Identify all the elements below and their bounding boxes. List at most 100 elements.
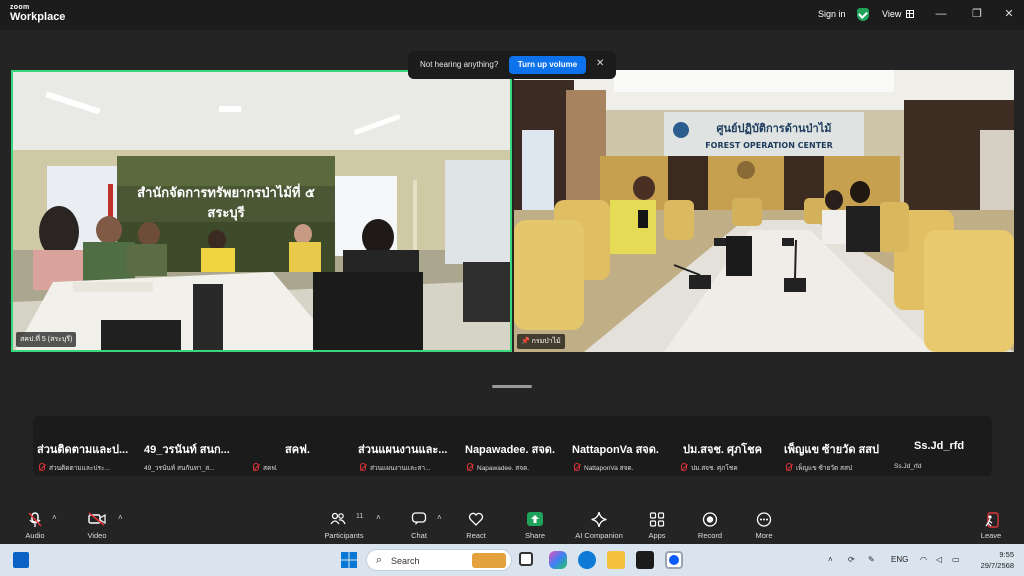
chat-button[interactable]: Chat [389, 500, 449, 544]
participant-display-name: ปม.สจช. ศุภโชค [683, 444, 762, 456]
participant-name: NattaponVa สจด. [584, 465, 634, 472]
close-window-button[interactable]: ✕ [998, 6, 1020, 22]
minimize-button[interactable]: — [930, 6, 952, 22]
participant-name: เพ็ญแข ซ้ายวัด สสป [796, 465, 853, 472]
search-icon: ⌕ [376, 554, 383, 566]
task-view-icon[interactable] [519, 552, 533, 566]
pen-tray-icon[interactable]: ✎ [868, 555, 875, 564]
logo-line2: Workplace [10, 11, 66, 23]
participants-label: Participants [324, 531, 364, 540]
audio-button[interactable]: Audio [5, 500, 65, 544]
banner-text-line1: สำนักจัดการทรัพยากรป่าไม้ที่ ๕ [137, 183, 315, 201]
title-bar: zoom Workplace Sign in View — ❐ ✕ [0, 0, 1024, 30]
participant-name: Ss.Jd_rfd [894, 463, 922, 470]
participant-thumb[interactable]: NattaponVa สจด. NattaponVa สจด. [570, 416, 676, 476]
notification-message: Not hearing anything? [420, 60, 499, 69]
tile-2-name-label: 📌 กรมป่าไม้ [517, 334, 565, 349]
participant-display-name: ส่วนติดตามและป... [37, 444, 129, 456]
record-button[interactable]: Record [680, 500, 740, 544]
store-app-icon[interactable] [636, 551, 654, 569]
taskbar-search[interactable]: ⌕ Search [366, 549, 512, 571]
wifi-icon[interactable]: ◠ [920, 555, 927, 564]
record-icon [702, 512, 718, 527]
audio-options-chevron-icon[interactable]: ˄ [52, 513, 57, 522]
video-options-chevron-icon[interactable]: ˄ [118, 513, 123, 522]
more-button[interactable]: More [734, 500, 794, 544]
participants-button[interactable]: 11 Participants [314, 500, 374, 544]
participants-icon [330, 512, 346, 525]
grid-view-icon[interactable] [906, 10, 914, 18]
encryption-shield-icon[interactable] [857, 8, 869, 21]
ai-companion-label: AI Companion [575, 531, 623, 540]
resize-handle[interactable] [492, 385, 532, 388]
apps-button[interactable]: Apps [627, 500, 687, 544]
participant-display-name: Ss.Jd_rfd [914, 440, 965, 452]
share-button[interactable]: Share [505, 500, 565, 544]
more-dots-icon [756, 512, 772, 527]
copilot-icon[interactable] [549, 551, 567, 569]
turn-up-volume-button[interactable]: Turn up volume [509, 56, 586, 74]
meeting-toolbar: Audio ˄ Video ˄ 11 Participants ˄ Chat ˄… [0, 500, 1024, 544]
participant-name: ส่วนแผนงานและสา... [370, 465, 431, 472]
sync-icon[interactable]: ⟳ [848, 555, 855, 564]
volume-icon[interactable]: ◁ [936, 555, 942, 564]
mic-muted-icon [574, 463, 580, 471]
chat-options-chevron-icon[interactable]: ˄ [437, 513, 442, 522]
participant-thumb[interactable]: ปม.สจช. ศุภโชค ปม.สจช. ศุภโชค [677, 416, 783, 476]
participant-thumb[interactable]: สคฟ. สคฟ. [249, 416, 355, 476]
mic-muted-icon [253, 463, 259, 471]
taskbar-clock[interactable]: 9:55 29/7/2568 [974, 549, 1014, 571]
ai-companion-button[interactable]: AI Companion [569, 500, 629, 544]
zoom-app-icon[interactable] [665, 551, 683, 569]
mic-muted-icon [360, 463, 366, 471]
banner-text-line2: สระบุรี [207, 205, 244, 221]
participant-thumb[interactable]: 49_วรนันท์ สนก... 49_วรนันท์ สนกันทา_ส..… [142, 416, 248, 476]
video-off-icon [88, 512, 106, 526]
zoom-logo-icon [669, 555, 679, 565]
audio-label: Audio [25, 531, 45, 540]
widgets-icon[interactable] [13, 552, 29, 568]
participant-name: ส่วนติดตามและประ... [49, 465, 110, 472]
leave-label: Leave [980, 531, 1002, 540]
edge-browser-icon[interactable] [578, 551, 596, 569]
participant-strip: ส่วนติดตามและป... ส่วนติดตามและประ... 49… [33, 416, 992, 476]
pin-icon: 📌 [521, 338, 530, 345]
participant-display-name: Napawadee. สจด. [465, 444, 555, 456]
chat-icon [411, 512, 427, 525]
participant-thumb[interactable]: ส่วนติดตามและป... ส่วนติดตามและประ... [35, 416, 141, 476]
sign-in-button[interactable]: Sign in [818, 9, 846, 19]
leave-button[interactable]: Leave [961, 500, 1021, 544]
file-explorer-icon[interactable] [607, 551, 625, 569]
participant-thumb[interactable]: เพ็ญแข ซ้ายวัด สสป เพ็ญแข ซ้ายวัด สสป [782, 416, 892, 476]
video-tile-2[interactable]: ศูนย์ปฏิบัติการด้านป่าไม้ FOREST OPERATI… [514, 70, 1014, 352]
restore-button[interactable]: ❐ [966, 6, 988, 22]
tile-2-name: กรมป่าไม้ [531, 338, 561, 345]
participant-name: สคฟ. [263, 465, 278, 472]
show-hidden-icons-chevron-icon[interactable]: ˄ [828, 555, 833, 564]
participant-thumb[interactable]: ส่วนแผนงานและ... ส่วนแผนงานและสา... [356, 416, 462, 476]
participant-thumb[interactable]: Ss.Jd_rfd Ss.Jd_rfd [892, 416, 990, 476]
video-tile-1[interactable]: สำนักจัดการทรัพยากรป่าไม้ที่ ๕ สระบุรี ส… [11, 70, 512, 352]
clock-time: 9:55 [999, 550, 1014, 559]
chat-label: Chat [411, 531, 427, 540]
participant-display-name: เพ็ญแข ซ้ายวัด สสป [784, 444, 879, 456]
close-notification-button[interactable]: ✕ [596, 58, 604, 69]
windows-taskbar: ⌕ Search ˄ ⟳ ✎ ENG ◠ ◁ ▭ 9:55 29/7/2568 [0, 544, 1024, 576]
participant-thumb[interactable]: Napawadee. สจด. Napawadee. สจด. [463, 416, 569, 476]
participant-name: 49_วรนันท์ สนกันทา_ส... [144, 465, 215, 472]
view-button[interactable]: View [882, 9, 901, 19]
tile-1-name-label: สคป.ที่ 5 (สระบุรี) [16, 332, 77, 347]
apps-label: Apps [648, 531, 666, 540]
battery-icon[interactable]: ▭ [952, 555, 960, 564]
sign-text-line1: ศูนย์ปฏิบัติการด้านป่าไม้ [717, 121, 832, 136]
video-label: Video [87, 531, 107, 540]
participant-display-name: ส่วนแผนงานและ... [358, 444, 448, 456]
mic-muted-icon [467, 463, 473, 471]
video-button[interactable]: Video [67, 500, 127, 544]
windows-start-icon[interactable] [340, 551, 358, 569]
sign-text-line2: FOREST OPERATION CENTER [705, 141, 833, 150]
language-indicator[interactable]: ENG [891, 555, 908, 564]
share-screen-icon [527, 512, 543, 526]
react-button[interactable]: React [446, 500, 506, 544]
participants-options-chevron-icon[interactable]: ˄ [376, 513, 381, 522]
